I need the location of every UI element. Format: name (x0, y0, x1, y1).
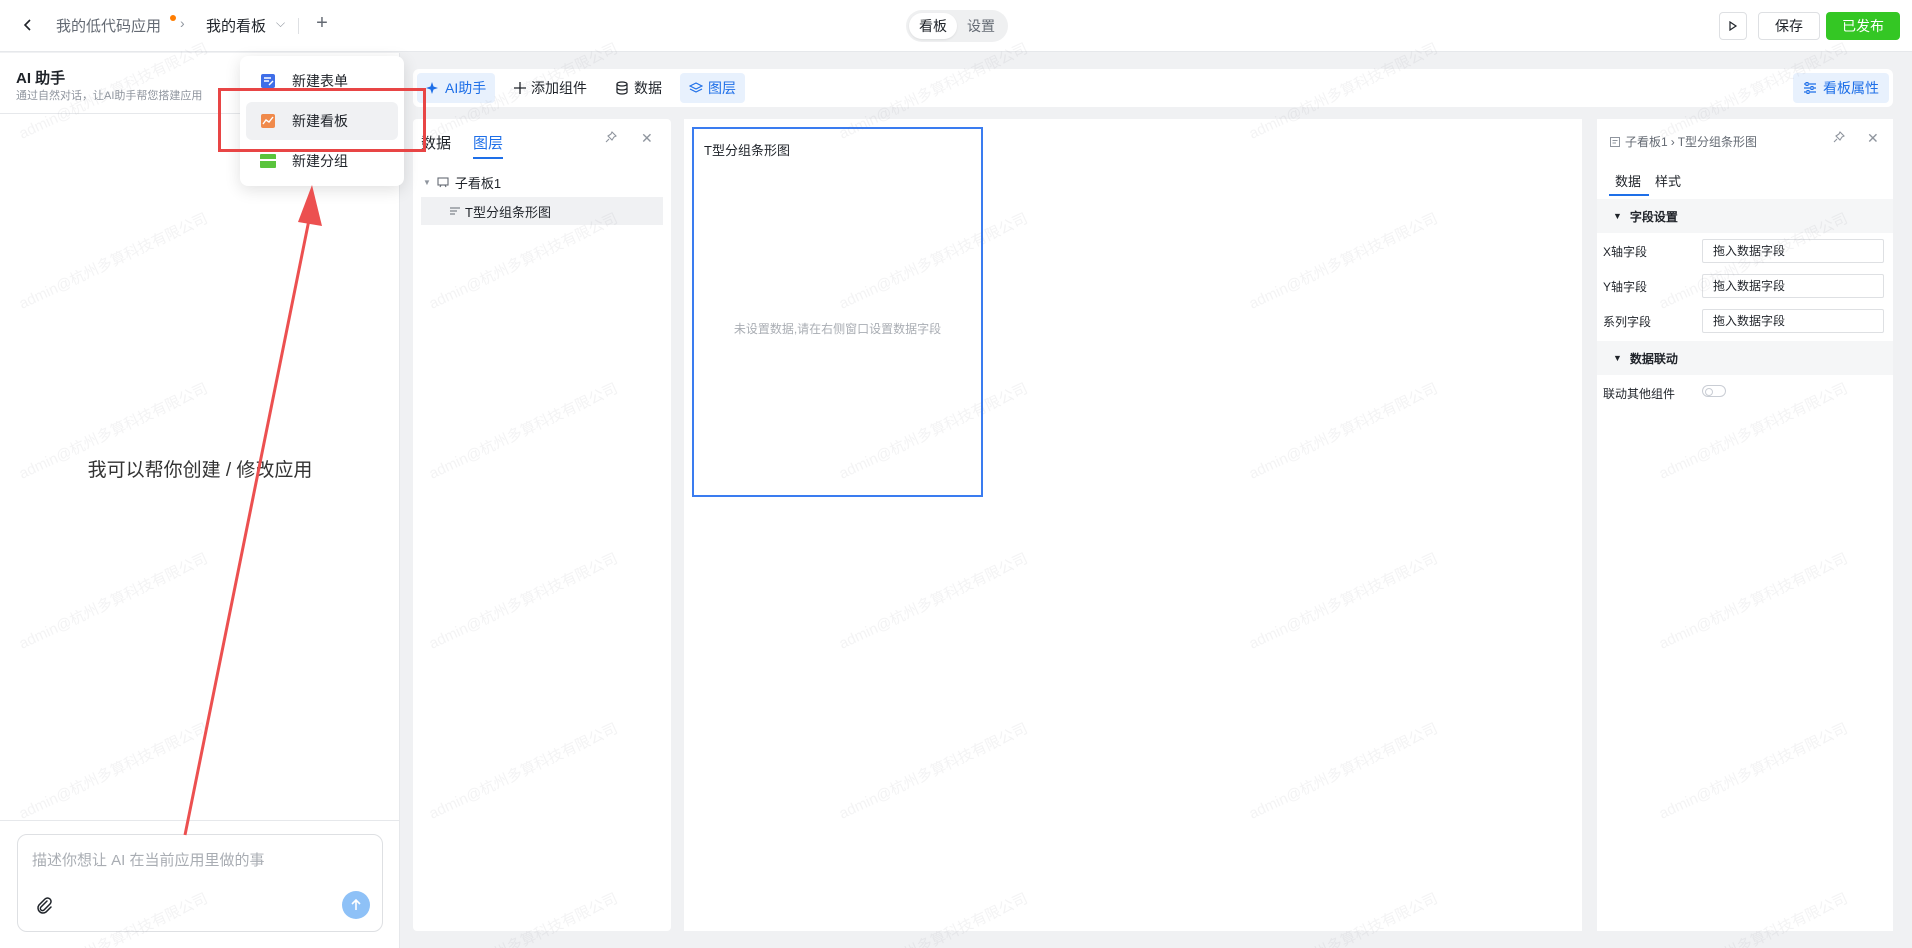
caret-down-icon: ▼ (423, 177, 431, 187)
menu-item-label: 新建分组 (292, 153, 348, 169)
section-title: 字段设置 (1629, 209, 1678, 224)
sparkle-icon (426, 81, 440, 95)
tab-data[interactable]: 数据 (1615, 171, 1641, 190)
layer-button[interactable]: 图层 (680, 73, 745, 103)
arrow-up-icon (351, 898, 361, 910)
dashboard-properties-label: 看板属性 (1823, 80, 1879, 96)
mode-switch: 看板 设置 (906, 10, 1008, 42)
x-axis-label: X轴字段 (1603, 245, 1648, 259)
pin-icon[interactable] (605, 131, 617, 146)
tree-node-sub-dashboard[interactable]: ▼ 子看板1 (423, 171, 501, 193)
y-axis-field-dropzone[interactable]: 拖入数据字段 (1702, 274, 1884, 298)
divider (0, 820, 400, 821)
dashboard-icon (258, 111, 278, 131)
tab-layer[interactable]: 图层 (473, 132, 503, 153)
chart-empty-hint: 未设置数据,请在右侧窗口设置数据字段 (733, 322, 942, 336)
data-label: 数据 (634, 80, 662, 96)
ai-panel-title: AI 助手 (16, 70, 66, 87)
tab-settings[interactable]: 设置 (957, 13, 1005, 39)
add-component-button[interactable]: 添加组件 (505, 73, 596, 103)
menu-item-new-group[interactable]: 新建分组 (246, 142, 398, 180)
caret-down-icon: ▼ (1613, 211, 1622, 221)
unsaved-dot (170, 15, 176, 21)
form-icon (258, 71, 278, 91)
add-icon[interactable]: + (310, 12, 334, 35)
preview-button[interactable] (1719, 12, 1747, 40)
editor-toolbar: AI助手 添加组件 数据 图层 看板属性 (413, 69, 1893, 107)
breadcrumb-parent[interactable]: 子看板1 (1625, 133, 1668, 150)
component-icon (1609, 136, 1621, 148)
layer-label: 图层 (708, 80, 736, 96)
tab-dashboard[interactable]: 看板 (909, 13, 957, 39)
ai-input-box (17, 834, 383, 932)
tab-style[interactable]: 样式 (1655, 171, 1681, 190)
section-field-settings[interactable]: ▼ 字段设置 (1597, 199, 1893, 233)
database-icon (615, 81, 629, 95)
ai-panel: AI 助手 通过自然对话，让AI助手帮您搭建应用 我可以帮你创建 / 修改应用 (0, 53, 400, 948)
chevron-right-icon: › (1670, 134, 1675, 149)
active-tab-indicator (1609, 194, 1649, 196)
x-axis-field-dropzone[interactable]: 拖入数据字段 (1702, 239, 1884, 263)
series-field-dropzone[interactable]: 拖入数据字段 (1702, 309, 1884, 333)
top-bar: 我的低代码应用 › 我的看板 ⌵ + 看板 设置 保存 已发布 (0, 0, 1912, 52)
chart-title: T型分组条形图 (704, 143, 790, 158)
link-components-toggle[interactable] (1702, 385, 1726, 397)
layers-icon (689, 81, 703, 95)
tree-node-label: T型分组条形图 (465, 204, 551, 220)
section-data-linkage[interactable]: ▼ 数据联动 (1597, 341, 1893, 375)
dashboard-properties-button[interactable]: 看板属性 (1793, 73, 1889, 103)
menu-item-label: 新建看板 (292, 113, 348, 129)
ai-panel-subtitle: 通过自然对话，让AI助手帮您搭建应用 (16, 90, 203, 102)
ai-welcome-text: 我可以帮你创建 / 修改应用 (87, 460, 313, 481)
menu-item-label: 新建表单 (292, 73, 348, 89)
add-component-label: 添加组件 (531, 80, 587, 96)
chevron-right-icon: › (180, 15, 185, 31)
data-button[interactable]: 数据 (606, 73, 671, 103)
sliders-icon (1803, 81, 1817, 95)
section-title: 数据联动 (1629, 351, 1678, 366)
close-icon[interactable]: ✕ (1867, 130, 1879, 147)
ai-prompt-input[interactable] (32, 849, 368, 879)
link-components-label: 联动其他组件 (1603, 387, 1676, 401)
board-icon (437, 176, 449, 188)
create-menu: 新建表单 新建看板 新建分组 (240, 56, 404, 186)
layer-panel: 数据 图层 ✕ ▼ 子看板1 T型分组条形图 (413, 119, 671, 931)
ai-assistant-label: AI助手 (445, 80, 487, 96)
tree-node-label: 子看板1 (454, 175, 502, 191)
tree-node-chart[interactable]: T型分组条形图 (421, 197, 663, 225)
publish-button[interactable]: 已发布 (1826, 12, 1900, 40)
active-tab-indicator (473, 157, 503, 159)
breadcrumb: 子看板1 › T型分组条形图 (1609, 133, 1757, 150)
plus-icon (514, 82, 526, 94)
tab-data[interactable]: 数据 (421, 132, 451, 153)
series-label: 系列字段 (1603, 315, 1652, 329)
play-icon (1729, 21, 1738, 31)
divider (298, 18, 299, 34)
pin-icon[interactable] (1833, 131, 1845, 146)
menu-item-new-form[interactable]: 新建表单 (246, 62, 398, 100)
breadcrumb-app[interactable]: 我的低代码应用 (56, 15, 161, 36)
group-icon (258, 151, 278, 171)
ai-assistant-button[interactable]: AI助手 (417, 73, 496, 103)
close-icon[interactable]: ✕ (641, 130, 653, 147)
caret-down-icon: ▼ (1613, 353, 1622, 363)
back-icon[interactable] (16, 13, 40, 37)
attachment-icon[interactable] (34, 895, 56, 917)
chevron-down-icon[interactable]: ⌵ (276, 16, 285, 31)
bar-chart-icon (449, 205, 461, 217)
chart-component[interactable]: T型分组条形图 未设置数据,请在右侧窗口设置数据字段 (692, 127, 983, 497)
menu-item-new-dashboard[interactable]: 新建看板 (246, 102, 398, 140)
y-axis-label: Y轴字段 (1603, 280, 1648, 294)
properties-panel: 子看板1 › T型分组条形图 ✕ 数据 样式 ▼ 字段设置 X轴字段 拖入数据字… (1597, 119, 1893, 931)
send-button[interactable] (342, 891, 370, 919)
breadcrumb-current: T型分组条形图 (1677, 135, 1758, 149)
breadcrumb-current-board[interactable]: 我的看板 (206, 15, 266, 36)
save-button[interactable]: 保存 (1758, 12, 1820, 40)
